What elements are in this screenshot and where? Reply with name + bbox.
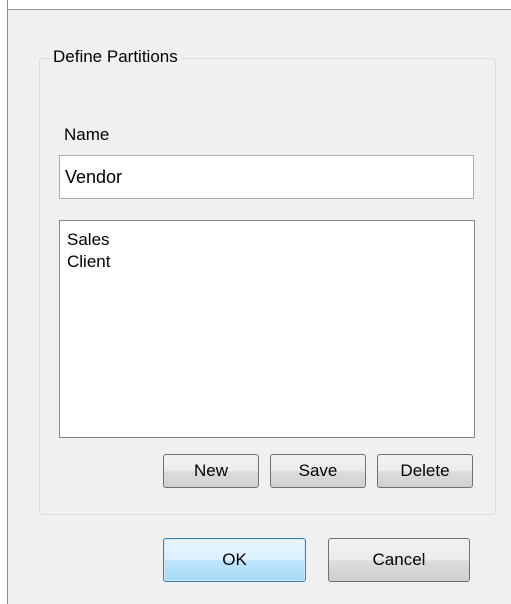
list-item[interactable]: Sales <box>67 229 474 251</box>
define-partitions-dialog: Define Partitions Name Sales Client New … <box>0 0 511 604</box>
name-label: Name <box>64 125 110 144</box>
partitions-listbox[interactable]: Sales Client <box>59 220 475 438</box>
delete-button[interactable]: Delete <box>377 454 473 488</box>
group-title: Define Partitions <box>50 46 181 68</box>
new-button[interactable]: New <box>163 454 259 488</box>
name-input[interactable] <box>59 155 474 199</box>
window-top-edge <box>0 0 511 10</box>
ok-button[interactable]: OK <box>163 538 306 582</box>
cancel-button[interactable]: Cancel <box>328 538 470 582</box>
save-button[interactable]: Save <box>270 454 366 488</box>
list-item[interactable]: Client <box>67 251 474 273</box>
window-left-edge <box>0 0 8 604</box>
